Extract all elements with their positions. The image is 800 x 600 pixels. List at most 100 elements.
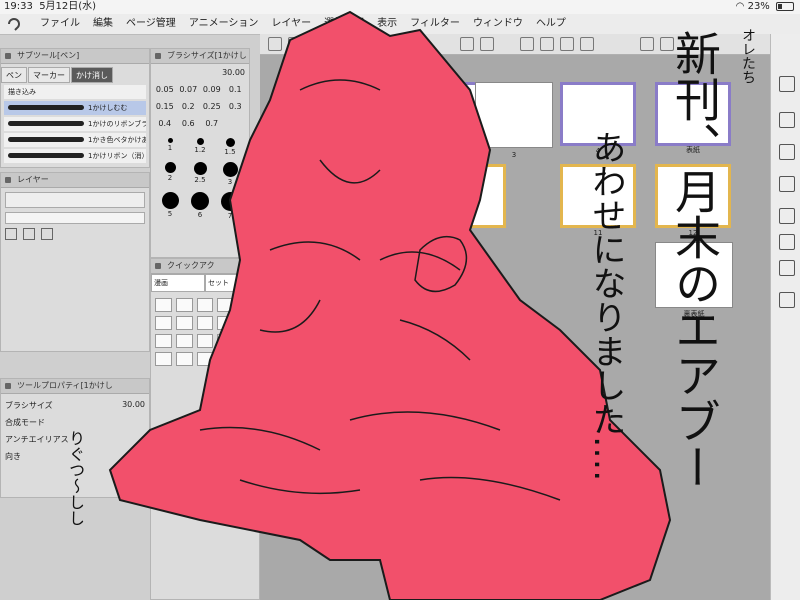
quick-item[interactable] (217, 352, 235, 366)
brush-item[interactable]: 1かけしむむ (4, 101, 146, 115)
size-preset[interactable]: 0.09 (200, 85, 224, 94)
toolbar-icon[interactable] (640, 37, 654, 51)
quick-item[interactable] (196, 334, 214, 348)
size-preset[interactable]: 1.2 (185, 138, 215, 156)
size-preset[interactable]: 0.3 (224, 102, 248, 111)
size-preset[interactable]: 0.6 (177, 119, 201, 128)
opacity-slider[interactable] (5, 212, 145, 224)
quick-item[interactable] (155, 352, 172, 366)
brush-size-header[interactable]: ブラシサイズ[1かけし (151, 49, 249, 64)
brush-size-title: ブラシサイズ[1かけし (167, 51, 247, 60)
quick-item[interactable] (238, 334, 255, 348)
prop-brush-size-value[interactable]: 30.00 (122, 400, 145, 411)
quick-item[interactable] (175, 352, 193, 366)
subtool-header[interactable]: サブツール[ペン] (1, 49, 149, 64)
size-preset[interactable]: 0.07 (177, 85, 201, 94)
quick-item[interactable] (238, 352, 255, 366)
panel-grip-icon (5, 177, 11, 183)
quick-item[interactable] (238, 316, 255, 330)
quick-item[interactable] (155, 298, 172, 312)
tab-eraser-pen[interactable]: かけ消し (71, 67, 113, 83)
size-preset[interactable]: 0.7 (200, 119, 224, 128)
size-preset-label: 2 (167, 174, 173, 182)
size-preset[interactable]: 0.15 (153, 102, 177, 111)
sidebar-palette-icon[interactable] (779, 292, 795, 308)
toolbar-icon[interactable] (288, 37, 302, 51)
sidebar-property-icon[interactable] (779, 208, 795, 224)
brush-stroke-preview (8, 153, 84, 158)
lock-icon[interactable] (5, 228, 17, 240)
quick-item[interactable] (238, 298, 255, 312)
quick-item[interactable] (175, 316, 193, 330)
tool-property-header[interactable]: ツールプロパティ[1かけし (1, 379, 149, 394)
menu-help[interactable]: ヘルプ (536, 14, 566, 34)
size-preset[interactable]: 3 (215, 162, 245, 186)
sidebar-navigator-icon[interactable] (779, 234, 795, 250)
tab-pen[interactable]: ペン (1, 67, 27, 83)
size-preset[interactable]: 7 (215, 192, 245, 220)
quick-item[interactable] (155, 316, 172, 330)
subtool-group[interactable]: 描き込み (4, 85, 146, 99)
sidebar-brush-icon[interactable] (779, 76, 795, 92)
brush-item[interactable]: 1かけのリボンブラシ（消去） (4, 117, 146, 131)
size-preset[interactable]: 1 (155, 138, 185, 156)
handwritten-top-note: オレたち (740, 28, 756, 84)
size-preset[interactable]: 2 (155, 162, 185, 186)
sidebar-pen-icon[interactable] (779, 112, 795, 128)
undo-icon[interactable] (460, 37, 474, 51)
brush-item[interactable]: 1かけリボン（消） (4, 149, 146, 163)
quick-item[interactable] (196, 352, 214, 366)
prop-brush-size-row[interactable]: ブラシサイズ 30.00 (1, 394, 149, 411)
menu-window[interactable]: ウィンドウ (473, 14, 523, 34)
page-thumbnail[interactable]: 9 (430, 164, 506, 237)
quick-item[interactable] (217, 334, 235, 348)
size-preset[interactable]: 2.5 (185, 162, 215, 186)
size-preset[interactable]: 1.5 (215, 138, 245, 156)
menu-selection[interactable]: 選択範囲 (324, 14, 364, 34)
quick-item[interactable] (217, 298, 235, 312)
quick-item[interactable] (175, 298, 193, 312)
toolbar-icon[interactable] (520, 37, 534, 51)
ref-icon[interactable] (41, 228, 53, 240)
sidebar-layer-icon[interactable] (779, 176, 795, 192)
menu-view[interactable]: 表示 (377, 14, 397, 34)
menu-file[interactable]: ファイル (40, 14, 80, 34)
size-preset[interactable]: 0.4 (153, 119, 177, 128)
menu-animation[interactable]: アニメーション (189, 14, 259, 34)
prop-blend-row[interactable]: 合成モード (1, 411, 149, 428)
toolbar-icon[interactable] (268, 37, 282, 51)
menu-page[interactable]: ページ管理 (126, 14, 176, 34)
brush-size-value[interactable]: 30.00 (151, 68, 249, 77)
sidebar-fill-icon[interactable] (779, 144, 795, 160)
redo-icon[interactable] (480, 37, 494, 51)
menu-filter[interactable]: フィルター (410, 14, 460, 34)
toolbar-icon[interactable] (540, 37, 554, 51)
size-preset[interactable]: 5 (155, 192, 185, 220)
menu-layer[interactable]: レイヤー (271, 14, 311, 34)
toolbar-icon[interactable] (580, 37, 594, 51)
tab-set[interactable]: セット (205, 274, 259, 292)
quick-item[interactable] (175, 334, 193, 348)
quick-access-header[interactable]: クイックアク (151, 259, 259, 274)
status-time-date: 19:33 5月12日(水) (4, 0, 96, 14)
tab-manga[interactable]: 漫画 (151, 274, 205, 292)
size-preset[interactable]: 6 (185, 192, 215, 220)
menu-edit[interactable]: 編集 (93, 14, 113, 34)
size-preset[interactable]: 0.05 (153, 85, 177, 94)
clip-icon[interactable] (23, 228, 35, 240)
layer-header[interactable]: レイヤー (1, 173, 149, 188)
blend-mode-select[interactable] (5, 192, 145, 208)
tab-marker[interactable]: マーカー (28, 67, 70, 83)
brush-item[interactable]: 1かき色ベタかけあみ (4, 133, 146, 147)
size-preset[interactable]: 0.25 (200, 102, 224, 111)
quick-item[interactable] (155, 334, 172, 348)
sidebar-material-icon[interactable] (779, 260, 795, 276)
toolbar-icon[interactable] (560, 37, 574, 51)
size-preset[interactable]: 0.2 (177, 102, 201, 111)
quick-item[interactable] (217, 316, 235, 330)
app-logo-icon[interactable] (6, 16, 22, 32)
quick-item[interactable] (196, 298, 214, 312)
page-thumbnail[interactable]: 3 (475, 82, 553, 159)
size-preset[interactable]: 0.1 (224, 85, 248, 94)
quick-item[interactable] (196, 316, 214, 330)
